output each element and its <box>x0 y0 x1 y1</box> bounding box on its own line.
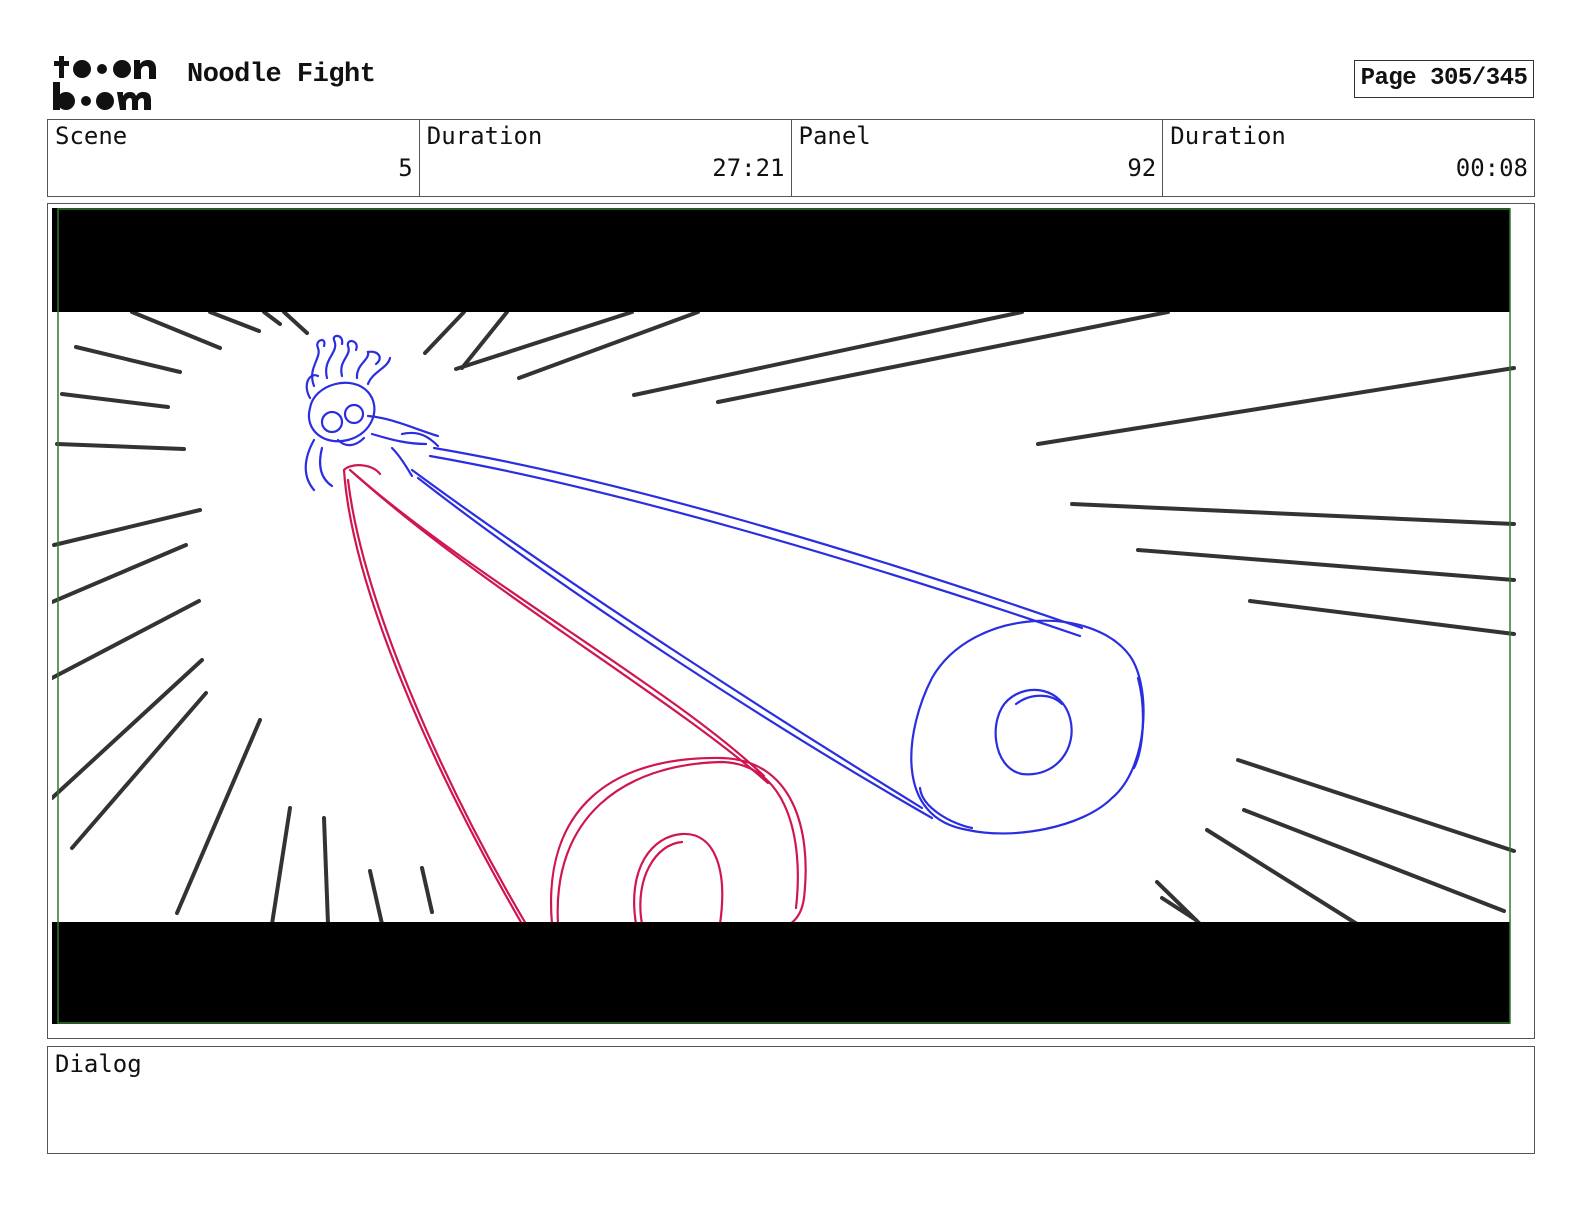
dialog-label: Dialog <box>55 1050 142 1078</box>
scene-cell: Scene 5 <box>48 120 420 196</box>
panel-duration-label: Duration <box>1170 122 1286 150</box>
page-indicator: Page 305/345 <box>1354 60 1534 98</box>
scene-value: 5 <box>398 154 413 182</box>
letterbox-bottom <box>52 922 1510 1024</box>
scene-label: Scene <box>55 122 128 150</box>
panel-duration-cell: Duration 00:08 <box>1163 120 1534 196</box>
scene-duration-cell: Duration 27:21 <box>420 120 792 196</box>
scene-duration-value: 27:21 <box>712 154 785 182</box>
storyboard-panel-drawing <box>52 208 1530 1034</box>
panel-info-row: Scene 5 Duration 27:21 Panel 92 Duration… <box>47 119 1535 197</box>
panel-cell: Panel 92 <box>792 120 1164 196</box>
panel-value: 92 <box>1127 154 1157 182</box>
toon-boom-logo <box>53 56 156 110</box>
letterbox-top <box>52 208 1510 312</box>
panel-duration-value: 00:08 <box>1455 154 1528 182</box>
dialog-box: Dialog <box>47 1046 1535 1154</box>
project-title: Noodle Fight <box>187 60 376 90</box>
scene-duration-label: Duration <box>426 122 543 150</box>
panel-label: Panel <box>798 122 871 150</box>
